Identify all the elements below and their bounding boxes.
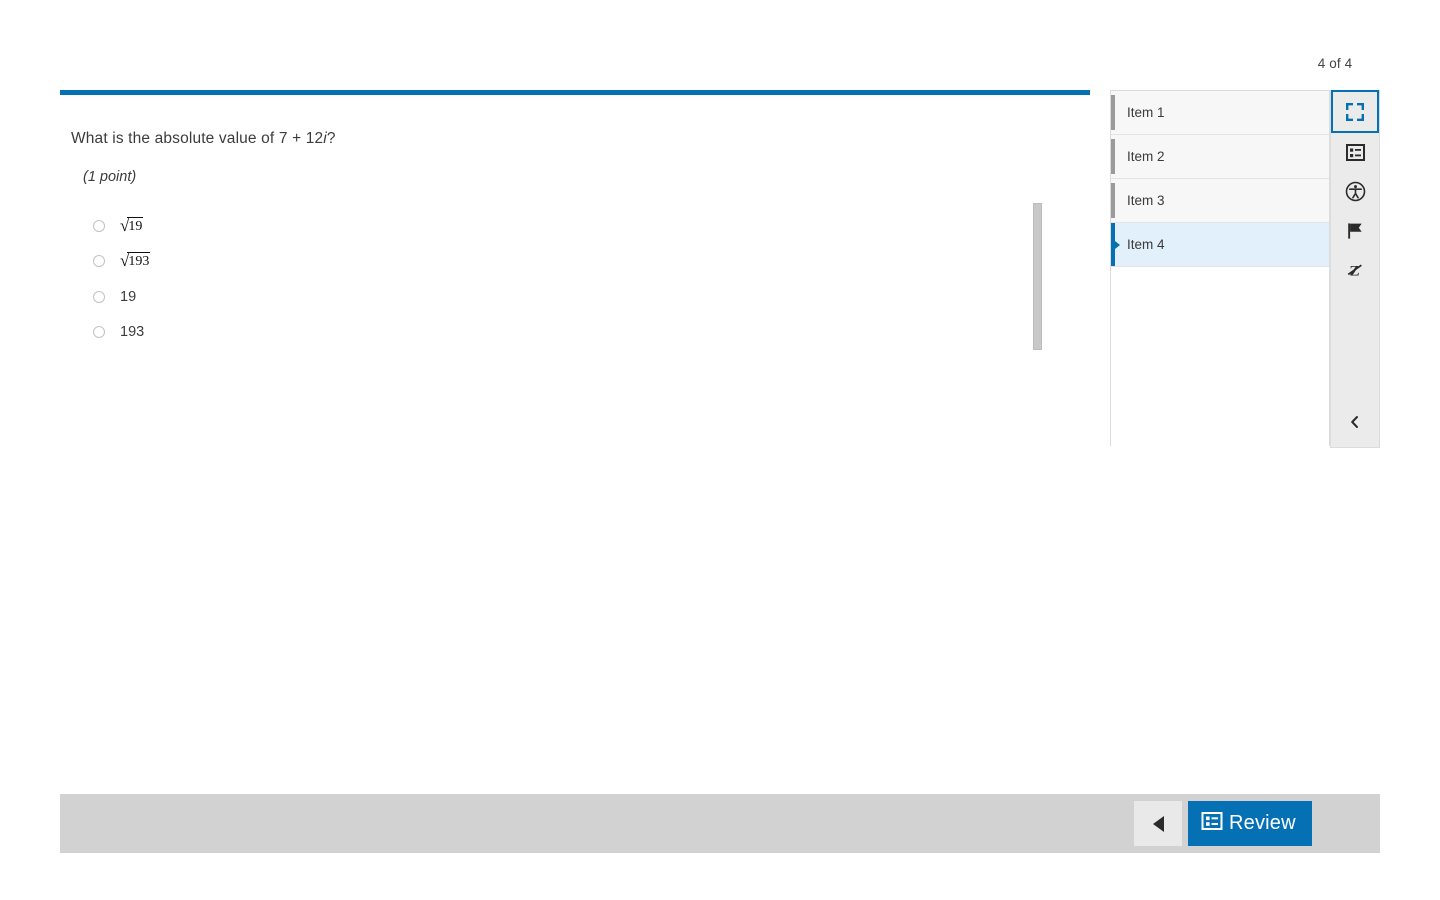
answer-option-a[interactable]: √19 xyxy=(92,208,992,244)
review-button-label: Review xyxy=(1229,812,1296,834)
question-scrollbar[interactable] xyxy=(1033,203,1042,350)
item-list-label: Item 1 xyxy=(1127,105,1165,120)
arrow-left-icon xyxy=(1152,815,1164,832)
question-prompt-suffix: ? xyxy=(326,130,336,147)
accessibility-icon xyxy=(1345,181,1366,202)
flag-icon xyxy=(1345,221,1365,241)
item-list-label: Item 3 xyxy=(1127,193,1165,208)
radio-button-d[interactable] xyxy=(93,326,105,339)
review-button[interactable]: Review xyxy=(1188,801,1312,846)
line-reader-button[interactable]: Z xyxy=(1331,250,1379,289)
radio-button-a[interactable] xyxy=(93,219,105,232)
accessibility-button[interactable] xyxy=(1331,172,1379,211)
review-list-icon xyxy=(1345,143,1365,162)
fullscreen-icon xyxy=(1345,102,1365,122)
flag-button[interactable] xyxy=(1331,211,1379,250)
answer-option-a-label: √19 xyxy=(120,216,144,235)
answer-option-b[interactable]: √193 xyxy=(92,244,992,280)
page-counter: 4 of 4 xyxy=(1317,56,1353,71)
chevron-left-icon xyxy=(1348,415,1362,434)
collapse-panel-button[interactable] xyxy=(1331,401,1379,447)
question-scrollbar-thumb[interactable] xyxy=(1033,203,1042,350)
tool-rail: Z xyxy=(1330,90,1380,448)
answer-option-c[interactable]: 19 xyxy=(92,279,992,315)
item-list-label: Item 4 xyxy=(1127,237,1165,252)
item-list-panel: Item 1 Item 2 Item 3 Item 4 xyxy=(1110,90,1330,447)
item-list-row-3[interactable]: Item 3 xyxy=(1111,179,1329,223)
item-list-row-1[interactable]: Item 1 xyxy=(1111,91,1329,135)
question-panel: What is the absolute value of 7 + 12i? (… xyxy=(60,90,1090,795)
fullscreen-button[interactable] xyxy=(1331,90,1379,133)
radical-expression: √193 xyxy=(120,252,151,270)
review-list-button[interactable] xyxy=(1331,133,1379,172)
answer-option-d[interactable]: 193 xyxy=(92,315,992,351)
question-prompt-text: What is the absolute value of 7 + 12 xyxy=(71,130,324,147)
answer-options: √19 √193 19 193 xyxy=(92,208,992,350)
item-list-row-2[interactable]: Item 2 xyxy=(1111,135,1329,179)
item-status-bar xyxy=(1111,139,1115,174)
radio-button-c[interactable] xyxy=(93,290,105,303)
previous-button[interactable] xyxy=(1134,801,1182,846)
item-list-row-4[interactable]: Item 4 xyxy=(1111,223,1329,267)
item-list-label: Item 2 xyxy=(1127,149,1165,164)
footer-toolbar: Review xyxy=(60,794,1380,853)
question-prompt: What is the absolute value of 7 + 12i? xyxy=(71,130,336,148)
radicand-b: 193 xyxy=(127,252,151,270)
answer-option-d-label: 193 xyxy=(120,324,145,341)
line-reader-icon: Z xyxy=(1345,260,1365,280)
panel-top-rule xyxy=(60,90,1090,95)
item-list-empty-area xyxy=(1111,267,1329,447)
radicand-a: 19 xyxy=(127,216,144,234)
review-list-icon xyxy=(1201,810,1223,837)
item-status-bar xyxy=(1111,95,1115,130)
point-value: (1 point) xyxy=(83,169,137,185)
item-status-bar xyxy=(1111,183,1115,218)
answer-option-b-label: √193 xyxy=(120,252,151,270)
answer-option-c-label: 19 xyxy=(120,288,137,305)
current-item-pointer-icon xyxy=(1115,240,1120,249)
radical-expression: √19 xyxy=(120,216,144,235)
radio-button-b[interactable] xyxy=(93,255,105,268)
